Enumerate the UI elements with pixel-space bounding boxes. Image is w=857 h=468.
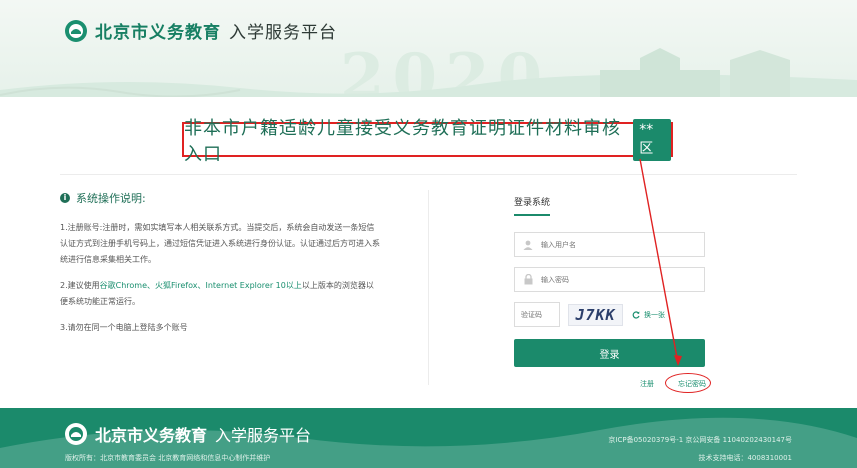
- refresh-icon: [632, 310, 640, 319]
- header-banner: 2020 北京市义务教育 入学服务平台: [0, 0, 857, 97]
- login-panel: 登录系统 J7KK 换一张 登录 注册 忘记密码: [514, 190, 711, 393]
- info-icon: i: [60, 193, 70, 203]
- instruction-item: 2.建议使用谷歌Chrome、火狐Firefox、Internet Explor…: [60, 278, 380, 310]
- footer-logo-emblem-icon: [65, 423, 87, 445]
- footer-icp: 京ICP备05020379号-1 京公网安备 11040202430147号: [608, 436, 792, 444]
- footer-logo-light: 入学服务平台: [215, 426, 312, 445]
- footer-copyright: 版权所有：北京市教育委员会 北京教育网络和信息中心制作并维护: [65, 454, 271, 462]
- instructions-heading-text: 系统操作说明:: [76, 192, 146, 205]
- footer: 北京市义务教育 入学服务平台 版权所有：北京市教育委员会 北京教育网络和信息中心…: [0, 408, 857, 468]
- district-badge: **区: [633, 118, 671, 161]
- captcha-input[interactable]: [514, 302, 560, 327]
- user-icon: [515, 233, 541, 256]
- browser-link[interactable]: 谷歌Chrome、火狐Firefox、Internet Explorer 10以…: [100, 281, 302, 290]
- register-link[interactable]: 注册: [640, 379, 654, 389]
- footer-logo[interactable]: 北京市义务教育 入学服务平台: [65, 422, 311, 446]
- footer-support-tel: 技术支持电话：4008310001: [698, 454, 792, 462]
- instruction-item-text: 2.建议使用: [60, 281, 100, 290]
- annotation-circle: [665, 373, 711, 393]
- login-links: 注册 忘记密码: [514, 373, 711, 393]
- captcha-image[interactable]: J7KK: [568, 303, 623, 326]
- username-input[interactable]: [541, 240, 691, 249]
- logo-title-strong: 北京市义务教育: [95, 23, 221, 43]
- logo-title-light: 入学服务平台: [229, 23, 337, 43]
- page-title: 非本市户籍适龄儿童接受义务教育证明证件材料审核入口: [184, 117, 621, 165]
- instruction-item: 1.注册账号:注册时，需如实填写本人相关联系方式。当提交后，系统会自动发送一条短…: [60, 223, 380, 264]
- instructions-heading: i 系统操作说明:: [60, 190, 380, 206]
- captcha-row: J7KK 换一张: [514, 302, 706, 327]
- login-button[interactable]: 登录: [514, 339, 705, 367]
- logo-emblem-icon: [65, 19, 87, 42]
- refresh-label: 换一张: [644, 310, 665, 319]
- page-title-box: 非本市户籍适龄儿童接受义务教育证明证件材料审核入口 **区: [182, 118, 673, 165]
- site-logo[interactable]: 北京市义务教育 入学服务平台: [65, 18, 337, 43]
- username-field[interactable]: [514, 232, 705, 257]
- header-decoration: [0, 48, 857, 97]
- lock-icon: [515, 268, 541, 291]
- instructions-panel: i 系统操作说明: 1.注册账号:注册时，需如实填写本人相关联系方式。当提交后，…: [60, 190, 380, 346]
- password-input[interactable]: [541, 275, 691, 284]
- password-field[interactable]: [514, 267, 705, 292]
- refresh-captcha-button[interactable]: 换一张: [632, 310, 665, 320]
- divider: [60, 174, 797, 175]
- forgot-password-link[interactable]: 忘记密码: [665, 373, 711, 393]
- footer-logo-strong: 北京市义务教育: [95, 426, 208, 445]
- vertical-divider: [428, 190, 429, 385]
- instruction-item: 3.请勿在同一个电脑上登陆多个账号: [60, 323, 188, 332]
- login-title: 登录系统: [514, 195, 551, 216]
